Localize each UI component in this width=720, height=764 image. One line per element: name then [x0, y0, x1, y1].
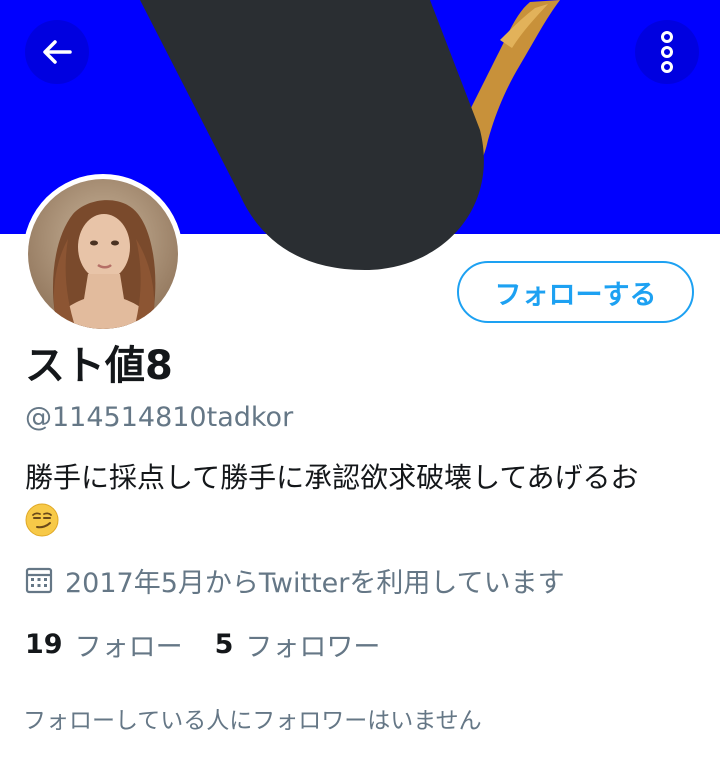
bio-text: 勝手に採点して勝手に承認欲求破壊してあげるお [25, 461, 639, 494]
more-vertical-icon [661, 31, 673, 73]
avatar[interactable] [23, 174, 183, 334]
smirking-face-emoji [25, 503, 59, 537]
followers-label: フォロワー [245, 631, 381, 663]
avatar-image [28, 179, 178, 329]
follow-stats: 19 フォロー 5 フォロワー [25, 624, 380, 664]
user-handle: @114514810tadkor [25, 402, 294, 433]
followers-count: 5 [214, 628, 234, 660]
arrow-left-icon [43, 40, 72, 64]
more-options-button[interactable] [635, 20, 699, 84]
following-count: 19 [25, 628, 63, 660]
followers-link[interactable]: 5 フォロワー [215, 625, 381, 664]
calendar-icon [25, 566, 53, 594]
back-button[interactable] [25, 20, 89, 84]
joined-date: 2017年5月からTwitterを利用しています [25, 561, 565, 599]
follow-button[interactable]: フォローする [457, 261, 694, 323]
followers-you-know-note: フォローしている人にフォロワーはいません [23, 708, 482, 734]
profile-page: フォローする スト値8 @114514810tadkor 勝手に採点して勝手に承… [0, 0, 720, 764]
display-name: スト値8 [25, 343, 173, 389]
following-label: フォロー [74, 631, 183, 663]
joined-text: 2017年5月からTwitterを利用しています [65, 567, 565, 599]
following-link[interactable]: 19 フォロー [25, 625, 183, 664]
